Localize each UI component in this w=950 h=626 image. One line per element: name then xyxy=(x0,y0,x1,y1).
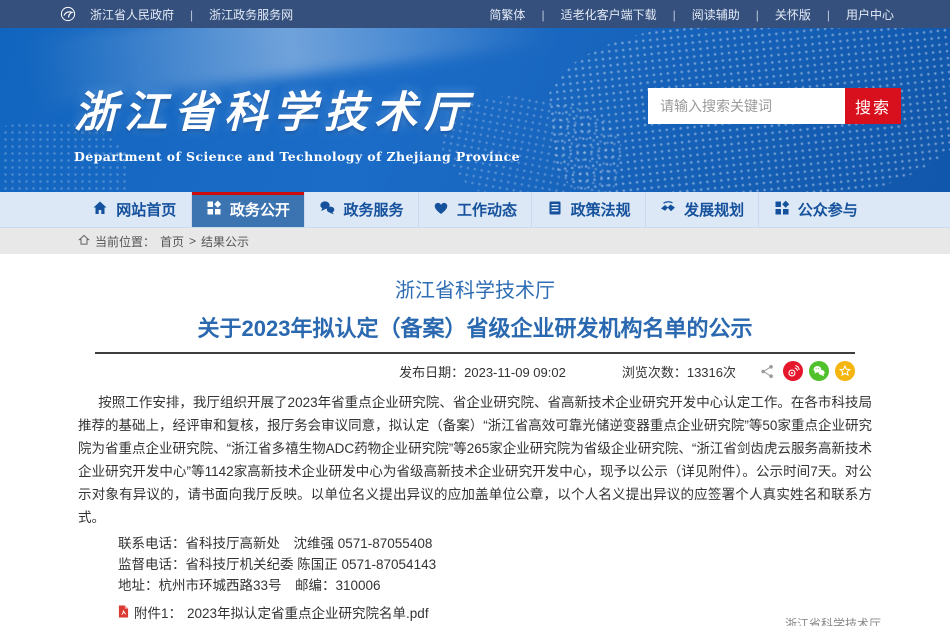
qzone-star-share-icon[interactable] xyxy=(835,361,855,381)
link-elderly-client-download[interactable]: 适老化客户端下载 xyxy=(553,6,684,23)
link-gov-service-site[interactable]: 浙江政务服务网 xyxy=(201,6,301,23)
nav-item-development-plans[interactable]: 发展规划 xyxy=(646,192,760,227)
link-provincial-government[interactable]: 浙江省人民政府 xyxy=(82,6,201,23)
breadcrumb-separator: > xyxy=(189,234,196,248)
main-nav: 网站首页 政务公开 政务服务 工作动态 政策法规 发展规划 公众参与 xyxy=(0,192,950,228)
site-banner: 浙江省科学技术厅 Department of Science and Techn… xyxy=(0,28,950,192)
nav-item-label: 公众参与 xyxy=(798,199,858,220)
link-reading-assist[interactable]: 阅读辅助 xyxy=(684,6,767,23)
supervision-phone-line: 监督电话：省科技厅机关纪委 陈国正 0571-87054143 xyxy=(78,554,872,575)
grid-puzzle-icon xyxy=(206,200,222,220)
nav-item-label: 政务服务 xyxy=(343,199,403,220)
publish-date: 发布日期：2023-11-09 09:02 xyxy=(399,362,566,381)
nav-item-work-news[interactable]: 工作动态 xyxy=(419,192,533,227)
topbar-left-links: 浙江省人民政府 浙江政务服务网 xyxy=(60,6,301,23)
nav-item-label: 发展规划 xyxy=(684,199,744,220)
search-box: 搜索 xyxy=(648,88,901,124)
contact-block: 联系电话：省科技厅高新处 沈维强 0571-87055408 监督电话：省科技厅… xyxy=(78,533,872,596)
nav-item-label: 政务公开 xyxy=(230,199,290,220)
grid-puzzle-icon xyxy=(774,200,790,220)
address-line: 地址：杭州市环城西路33号 邮编：310006 xyxy=(78,575,872,596)
link-care-version[interactable]: 关怀版 xyxy=(767,6,838,23)
attachment-label: 附件1： xyxy=(134,603,182,624)
topbar-right-links: 简繁体 适老化客户端下载 阅读辅助 关怀版 用户中心 xyxy=(481,6,902,23)
chat-bubbles-icon xyxy=(319,200,335,220)
footer-agency-name: 浙江省科学技术厅 xyxy=(785,615,881,626)
article-content: 浙江省科学技术厅 关于2023年拟认定（备案）省级企业研发机构名单的公示 发布日… xyxy=(0,254,950,626)
weibo-share-icon[interactable] xyxy=(783,361,803,381)
page: 浙江省人民政府 浙江政务服务网 简繁体 适老化客户端下载 阅读辅助 关怀版 用户… xyxy=(0,0,950,626)
site-subtitle-en: Department of Science and Technology of … xyxy=(74,149,520,164)
attachments: 附件1： 2023年拟认定省重点企业研究院名单.pdf 附件2： 2023年拟认… xyxy=(78,603,872,626)
nav-item-label: 网站首页 xyxy=(116,199,176,220)
nav-item-gov-disclosure[interactable]: 政务公开 xyxy=(192,192,306,227)
nav-item-label: 工作动态 xyxy=(457,199,517,220)
article-paragraph: 按照工作安排，我厅组织开展了2023年省重点企业研究院、省企业研究院、省高新技术… xyxy=(78,391,872,529)
contact-phone-line: 联系电话：省科技厅高新处 沈维强 0571-87055408 xyxy=(78,533,872,554)
title-divider xyxy=(95,352,855,354)
link-user-center[interactable]: 用户中心 xyxy=(838,6,902,23)
share-bar xyxy=(760,361,855,381)
search-button[interactable]: 搜索 xyxy=(845,88,901,124)
breadcrumb-prefix: 当前位置： xyxy=(95,233,155,250)
breadcrumb: 当前位置： 首页 > 结果公示 xyxy=(0,228,950,254)
home-outline-icon xyxy=(78,234,90,249)
article-title-line1: 浙江省科学技术厅 xyxy=(0,278,950,304)
nav-item-home[interactable]: 网站首页 xyxy=(78,192,192,227)
breadcrumb-current: 结果公示 xyxy=(201,233,249,250)
attachment-link-1[interactable]: 附件1： 2023年拟认定省重点企业研究院名单.pdf xyxy=(78,603,872,624)
article-title-line2: 关于2023年拟认定（备案）省级企业研发机构名单的公示 xyxy=(0,315,950,343)
wechat-share-icon[interactable] xyxy=(809,361,829,381)
nav-item-policies[interactable]: 政策法规 xyxy=(532,192,646,227)
breadcrumb-home-link[interactable]: 首页 xyxy=(160,233,184,250)
heart-icon xyxy=(433,200,449,220)
view-count: 浏览次数：13316次 xyxy=(622,362,736,381)
home-icon xyxy=(92,200,108,220)
nav-item-public-participation[interactable]: 公众参与 xyxy=(759,192,872,227)
top-utility-bar: 浙江省人民政府 浙江政务服务网 简繁体 适老化客户端下载 阅读辅助 关怀版 用户… xyxy=(0,0,950,28)
handshake-icon xyxy=(660,200,676,220)
share-icon[interactable] xyxy=(760,364,775,379)
site-logo: 浙江省科学技术厅 Department of Science and Techn… xyxy=(74,78,520,164)
document-icon xyxy=(547,200,563,220)
gov-emblem-icon xyxy=(60,6,76,22)
nav-item-label: 政策法规 xyxy=(571,199,631,220)
search-input[interactable] xyxy=(648,88,845,124)
article-meta-row: 发布日期：2023-11-09 09:02 浏览次数：13316次 xyxy=(95,360,855,382)
attachment-filename: 2023年拟认定省重点企业研究院名单.pdf xyxy=(187,603,429,624)
link-simplified-traditional[interactable]: 简繁体 xyxy=(481,6,552,23)
pdf-icon xyxy=(118,603,129,624)
article-body: 按照工作安排，我厅组织开展了2023年省重点企业研究院、省企业研究院、省高新技术… xyxy=(78,391,872,626)
site-title: 浙江省科学技术厅 xyxy=(74,78,520,140)
nav-item-gov-services[interactable]: 政务服务 xyxy=(305,192,419,227)
